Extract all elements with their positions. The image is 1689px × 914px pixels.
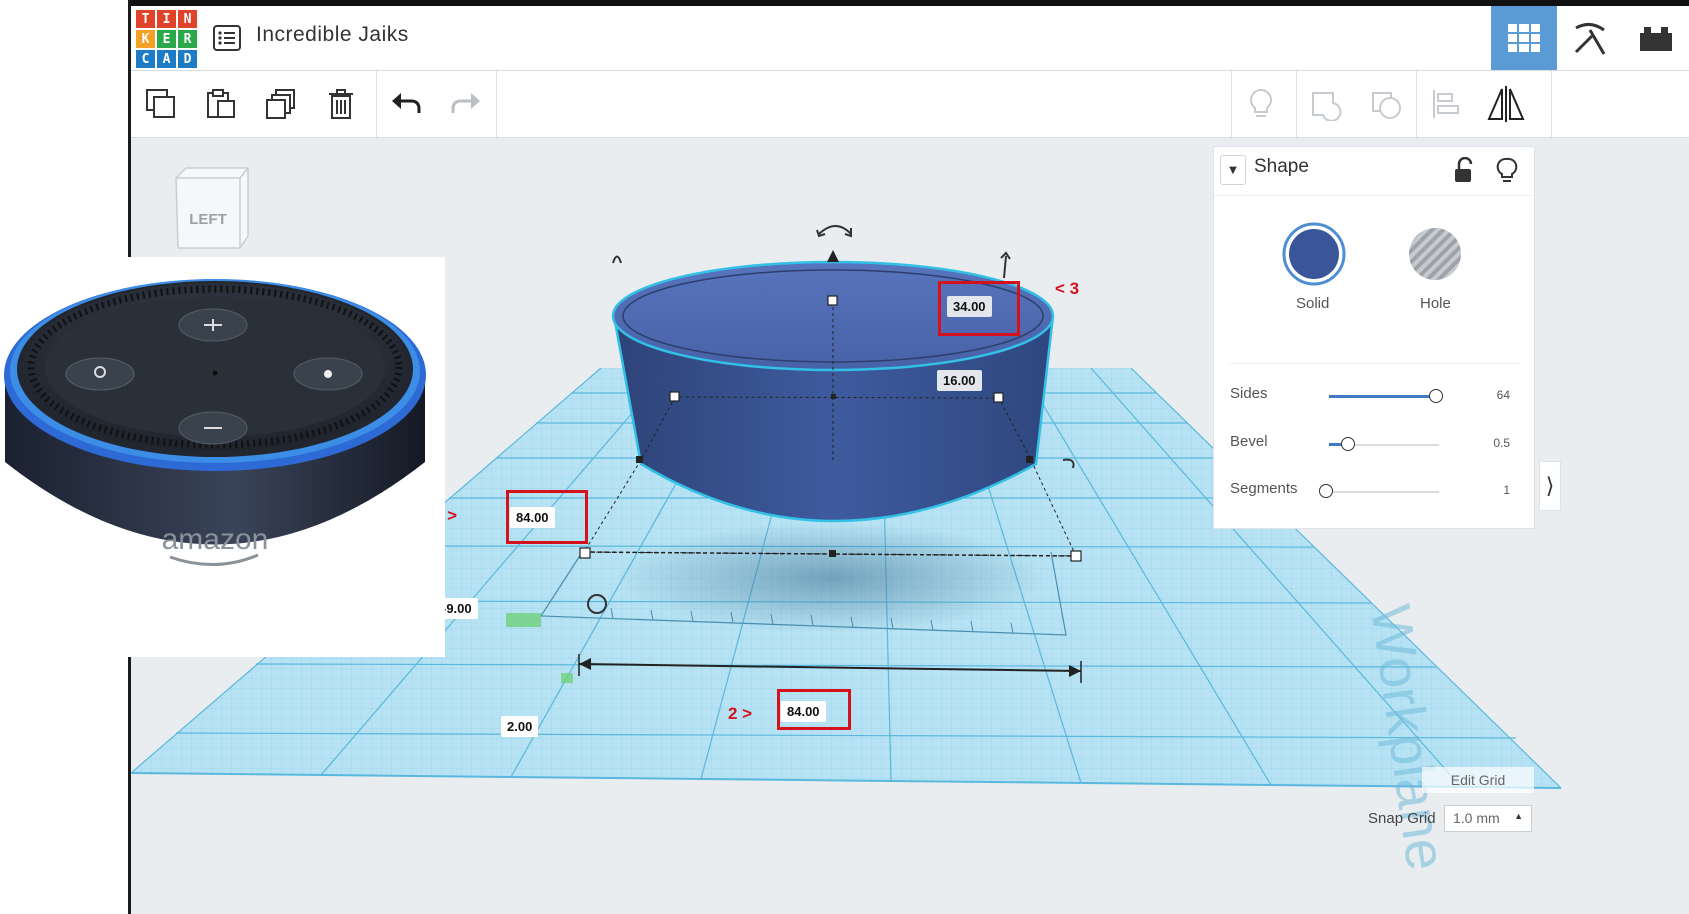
- solid-option[interactable]: [1282, 222, 1346, 290]
- logo-letter: E: [157, 30, 176, 48]
- undo-icon: [392, 93, 421, 113]
- caret-down-icon: ▼: [1229, 164, 1237, 176]
- design-menu-button[interactable]: [211, 22, 243, 54]
- mirror-button[interactable]: [1476, 74, 1536, 134]
- lightbulb-icon[interactable]: [1495, 157, 1519, 185]
- logo-letter: K: [136, 30, 155, 48]
- bevel-label: Bevel: [1230, 433, 1268, 450]
- view-cube-icon: LEFT: [175, 167, 249, 249]
- amazon-brand-text: amazon: [162, 523, 269, 556]
- design-title[interactable]: Incredible Jaiks: [256, 23, 409, 47]
- logo-letter: R: [178, 30, 197, 48]
- duplicate-icon: [266, 89, 295, 119]
- delete-button[interactable]: [311, 74, 371, 134]
- panel-expand-button[interactable]: ⟩: [1539, 461, 1561, 511]
- logo-letter: C: [136, 50, 155, 68]
- 3d-design-view-button[interactable]: [1491, 6, 1557, 70]
- edit-toolbar: [131, 71, 1689, 138]
- trash-icon: [329, 89, 353, 119]
- undo-button[interactable]: [376, 74, 436, 134]
- snap-grid-label: Snap Grid: [1368, 810, 1436, 827]
- blocks-view-button[interactable]: [1557, 6, 1623, 70]
- collapse-dropdown[interactable]: ▼: [1220, 155, 1246, 185]
- highlight-box-length: [777, 689, 851, 730]
- snap-grid-value: 1.0 mm: [1453, 810, 1500, 826]
- logo-letter: D: [178, 50, 197, 68]
- paste-button[interactable]: [191, 74, 251, 134]
- segments-slider-knob[interactable]: [1319, 484, 1333, 498]
- product-photo-echo-dot: amazon: [0, 257, 445, 657]
- y-offset-input[interactable]: 2.00: [501, 716, 539, 737]
- tinkercad-logo[interactable]: T I N K E R C A D: [136, 10, 197, 68]
- grid-icon: [1508, 24, 1540, 52]
- list-icon: [213, 25, 241, 51]
- shape-shadow: [616, 523, 1046, 633]
- inner-dimension-input[interactable]: 16.00: [937, 370, 982, 391]
- segments-value[interactable]: 1: [1470, 483, 1510, 497]
- solid-swatch-icon: [1282, 222, 1346, 286]
- view-cube-label: LEFT: [189, 211, 227, 228]
- sides-value[interactable]: 64: [1470, 388, 1510, 402]
- pickaxe-icon: [1574, 23, 1606, 55]
- sides-slider-knob[interactable]: [1429, 389, 1443, 403]
- hole-option[interactable]: [1403, 222, 1467, 290]
- highlight-box-width: [506, 490, 588, 544]
- segments-label: Segments: [1230, 480, 1298, 497]
- ungroup-button[interactable]: [1356, 74, 1416, 134]
- duplicate-button[interactable]: [251, 74, 311, 134]
- shape-inspector-panel: ▼ Shape Solid Hole Sides 64 Bevel 0.5 Se…: [1213, 146, 1535, 529]
- logo-letter: T: [136, 10, 155, 28]
- bevel-value[interactable]: 0.5: [1470, 436, 1510, 450]
- hole-label: Hole: [1420, 295, 1451, 312]
- edit-grid-button[interactable]: Edit Grid: [1422, 767, 1534, 793]
- solid-label: Solid: [1296, 295, 1330, 312]
- group-button[interactable]: [1296, 74, 1356, 134]
- align-icon: [1433, 90, 1459, 118]
- unlock-icon[interactable]: [1452, 157, 1476, 185]
- mirror-icon: [1487, 86, 1525, 122]
- copy-icon: [146, 89, 175, 118]
- hole-swatch-icon: [1409, 228, 1461, 280]
- snap-grid-select[interactable]: 1.0 mm ▲: [1444, 805, 1532, 832]
- view-cube[interactable]: LEFT: [166, 166, 256, 260]
- align-button[interactable]: [1416, 74, 1476, 134]
- bricks-view-button[interactable]: [1623, 6, 1689, 70]
- segments-slider[interactable]: [1329, 491, 1439, 493]
- redo-button[interactable]: [436, 74, 496, 134]
- notes-button[interactable]: [1231, 74, 1291, 134]
- sides-label: Sides: [1230, 385, 1268, 402]
- logo-letter: A: [157, 50, 176, 68]
- ungroup-icon: [1372, 92, 1401, 119]
- bevel-slider-knob[interactable]: [1341, 437, 1355, 451]
- panel-title: Shape: [1254, 156, 1309, 177]
- annotation-2: 2 >: [728, 704, 753, 723]
- brick-icon: [1640, 27, 1672, 51]
- chevron-right-icon: ⟩: [1545, 473, 1555, 499]
- echo-dot-image: amazon: [4, 279, 426, 566]
- highlight-box-height: [938, 281, 1020, 336]
- logo-letter: I: [157, 10, 176, 28]
- redo-icon: [451, 93, 480, 113]
- group-icon: [1312, 92, 1342, 121]
- header-bar: T I N K E R C A D Incredible Jaiks: [131, 6, 1689, 71]
- lightbulb-icon: [1250, 88, 1272, 117]
- copy-button[interactable]: [131, 74, 191, 134]
- annotation-3: < 3: [1055, 279, 1080, 298]
- caret-up-icon: ▲: [1514, 811, 1523, 821]
- logo-letter: N: [178, 10, 197, 28]
- sides-slider-fill: [1329, 395, 1437, 398]
- clipboard-icon: [207, 89, 235, 118]
